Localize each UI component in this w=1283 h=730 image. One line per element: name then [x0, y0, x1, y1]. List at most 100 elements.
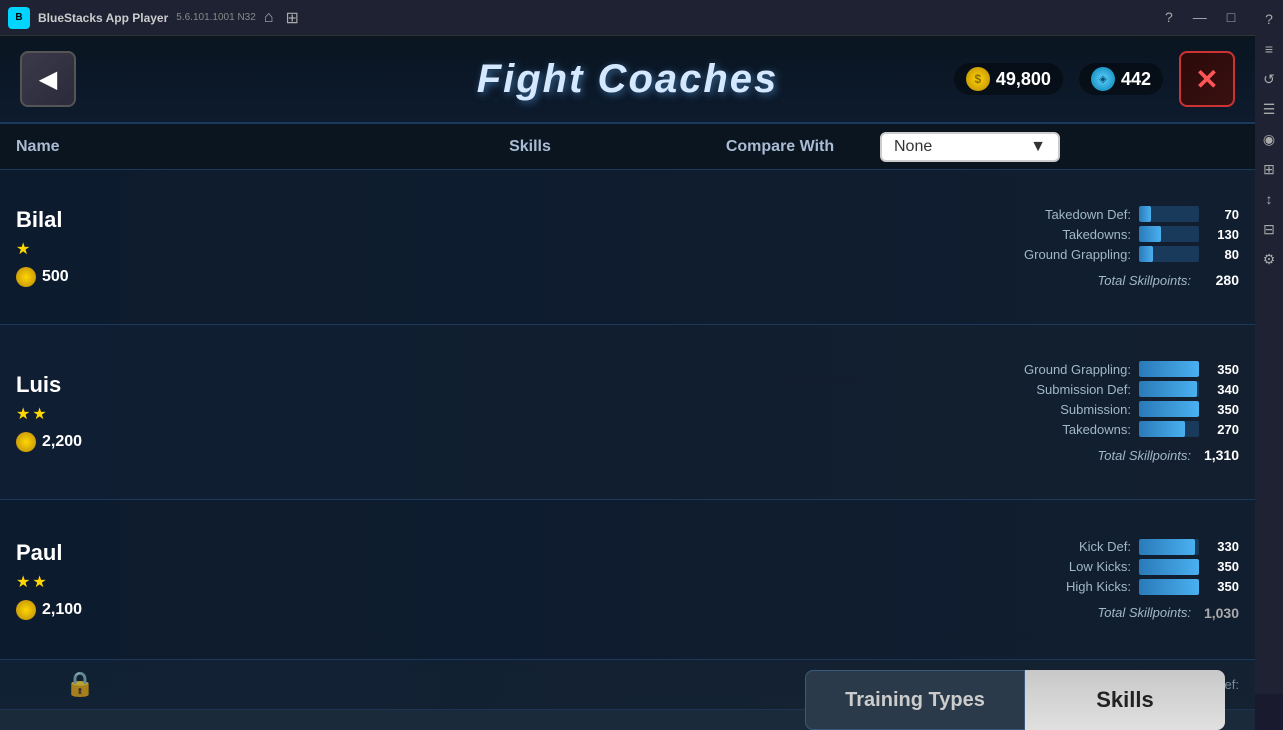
star-icon: ★ — [32, 404, 46, 424]
stars-luis: ★ ★ — [16, 404, 364, 424]
coach-name: Luis — [16, 372, 364, 398]
coach-skills-bilal: Takedown Def: 70 Takedowns: 130 — [380, 170, 1255, 324]
skill-row: Low Kicks: 350 — [396, 559, 1239, 575]
app-name: BlueStacks App Player — [38, 11, 168, 25]
dropdown-value: None — [894, 138, 932, 156]
coach-list: Bilal ★ 500 Takedown Def: — [0, 170, 1255, 730]
skill-bar-container — [1139, 539, 1199, 555]
total-row-luis: Total Skillpoints: 1,310 — [396, 447, 1239, 463]
total-label: Total Skillpoints: — [1098, 605, 1191, 620]
tab-skills[interactable]: Skills — [1025, 670, 1225, 730]
cost-value: 2,200 — [42, 433, 82, 451]
lock-icon: 🔒 — [65, 670, 95, 699]
coach-row[interactable]: Bilal ★ 500 Takedown Def: — [0, 170, 1255, 325]
sidebar-icon-5[interactable]: ◉ — [1258, 128, 1280, 150]
skill-bar-container — [1139, 226, 1199, 242]
total-row-bilal: Total Skillpoints: 280 — [396, 272, 1239, 288]
coach-row[interactable]: Paul ★ ★ 2,100 Kick Def: — [0, 500, 1255, 660]
star-icon: ★ — [16, 572, 30, 592]
help-icon[interactable]: ? — [1157, 7, 1181, 28]
total-label: Total Skillpoints: — [1098, 273, 1191, 288]
coach-info-bilal: Bilal ★ 500 — [0, 170, 380, 324]
titlebar-left: B BlueStacks App Player 5.6.101.1001 N32… — [8, 7, 299, 29]
skill-value: 80 — [1207, 247, 1239, 262]
back-button[interactable]: ◀ — [20, 51, 76, 107]
skill-bar — [1139, 361, 1199, 377]
skill-label: Takedowns: — [991, 422, 1131, 437]
coach-name: Bilal — [16, 207, 364, 233]
skill-label: High Kicks: — [991, 579, 1131, 594]
skill-label: Submission Def: — [991, 382, 1131, 397]
skill-row: Takedown Def: 70 — [396, 206, 1239, 222]
coin-icon: $ — [966, 67, 990, 91]
chevron-down-icon: ▼ — [1030, 138, 1046, 156]
home-icon[interactable]: ⌂ — [264, 9, 274, 27]
stars-bilal: ★ — [16, 239, 364, 259]
col-compare-header: Compare With — [680, 138, 880, 156]
skill-row: Kick Def: 330 — [396, 539, 1239, 555]
skill-bar — [1139, 421, 1185, 437]
skill-bar-container — [1139, 421, 1199, 437]
skill-label: Ground Grappling: — [991, 247, 1131, 262]
star-icon: ★ — [16, 239, 30, 259]
skill-bar — [1139, 246, 1153, 262]
skill-bar-container — [1139, 361, 1199, 377]
skill-bar — [1139, 206, 1151, 222]
cost-value: 2,100 — [42, 601, 82, 619]
game-area: ◀ Fight Coaches $ 49,800 ◈ 442 ✕ Name Sk… — [0, 36, 1255, 730]
skill-value: 270 — [1207, 422, 1239, 437]
skill-row: Takedowns: 130 — [396, 226, 1239, 242]
sidebar-icon-6[interactable]: ⊞ — [1258, 158, 1280, 180]
col-name-header: Name — [0, 138, 380, 156]
skill-value: 330 — [1207, 539, 1239, 554]
skill-row: High Kicks: 350 — [396, 579, 1239, 595]
compare-dropdown[interactable]: None ▼ — [880, 132, 1060, 162]
skill-row: Submission Def: 340 — [396, 381, 1239, 397]
skill-value: 130 — [1207, 227, 1239, 242]
cost-coin-icon — [16, 600, 36, 620]
skill-label: Kick Def: — [991, 539, 1131, 554]
coins-value: 49,800 — [996, 69, 1051, 90]
currency-area: $ 49,800 ◈ 442 ✕ — [954, 51, 1235, 107]
coach-row[interactable]: Luis ★ ★ 2,200 Ground Grappling: — [0, 325, 1255, 500]
total-value: 1,030 — [1199, 605, 1239, 621]
skill-bar — [1139, 381, 1197, 397]
sidebar-icon-1[interactable]: ? — [1258, 8, 1280, 30]
skill-bar — [1139, 401, 1199, 417]
close-button[interactable]: ✕ — [1179, 51, 1235, 107]
tab-training-types[interactable]: Training Types — [805, 670, 1025, 730]
main-layout: ◀ Fight Coaches $ 49,800 ◈ 442 ✕ Name Sk… — [0, 36, 1283, 730]
sidebar-icon-7[interactable]: ↕ — [1258, 188, 1280, 210]
sidebar-settings-icon[interactable]: ⚙ — [1258, 248, 1280, 270]
sidebar-icon-3[interactable]: ↺ — [1258, 68, 1280, 90]
coach-cost-paul: 2,100 — [16, 600, 364, 620]
grid-icon[interactable]: ⊞ — [285, 8, 298, 28]
total-row-paul: Total Skillpoints: 1,030 — [396, 605, 1239, 621]
sidebar-icon-8[interactable]: ⊟ — [1258, 218, 1280, 240]
maximize-button[interactable]: □ — [1219, 7, 1243, 28]
coach-info-paul: Paul ★ ★ 2,100 — [0, 500, 380, 659]
minimize-button[interactable]: — — [1185, 7, 1215, 28]
skill-row: Ground Grappling: 80 — [396, 246, 1239, 262]
cost-coin-icon — [16, 267, 36, 287]
right-sidebar: ? ≡ ↺ ☰ ◉ ⊞ ↕ ⊟ ⚙ — [1255, 0, 1283, 694]
column-headers: Name Skills Compare With None ▼ — [0, 124, 1255, 170]
sidebar-icon-4[interactable]: ☰ — [1258, 98, 1280, 120]
cost-value: 500 — [42, 268, 69, 286]
total-value: 280 — [1199, 272, 1239, 288]
sidebar-icon-2[interactable]: ≡ — [1258, 38, 1280, 60]
skill-label: Low Kicks: — [991, 559, 1131, 574]
gems-display: ◈ 442 — [1079, 63, 1163, 95]
bluestacks-logo: B — [8, 7, 30, 29]
skill-value: 340 — [1207, 382, 1239, 397]
skill-bar-container — [1139, 579, 1199, 595]
coach-cost-luis: 2,200 — [16, 432, 364, 452]
star-icon: ★ — [16, 404, 30, 424]
cost-coin-icon — [16, 432, 36, 452]
skill-value: 350 — [1207, 362, 1239, 377]
skill-bar — [1139, 559, 1199, 575]
coach-info-partial: 🔒 — [0, 660, 380, 709]
skill-row: Ground Grappling: 350 — [396, 361, 1239, 377]
coach-info-luis: Luis ★ ★ 2,200 — [0, 325, 380, 499]
coach-skills-luis: Ground Grappling: 350 Submission Def: 34… — [380, 325, 1255, 499]
